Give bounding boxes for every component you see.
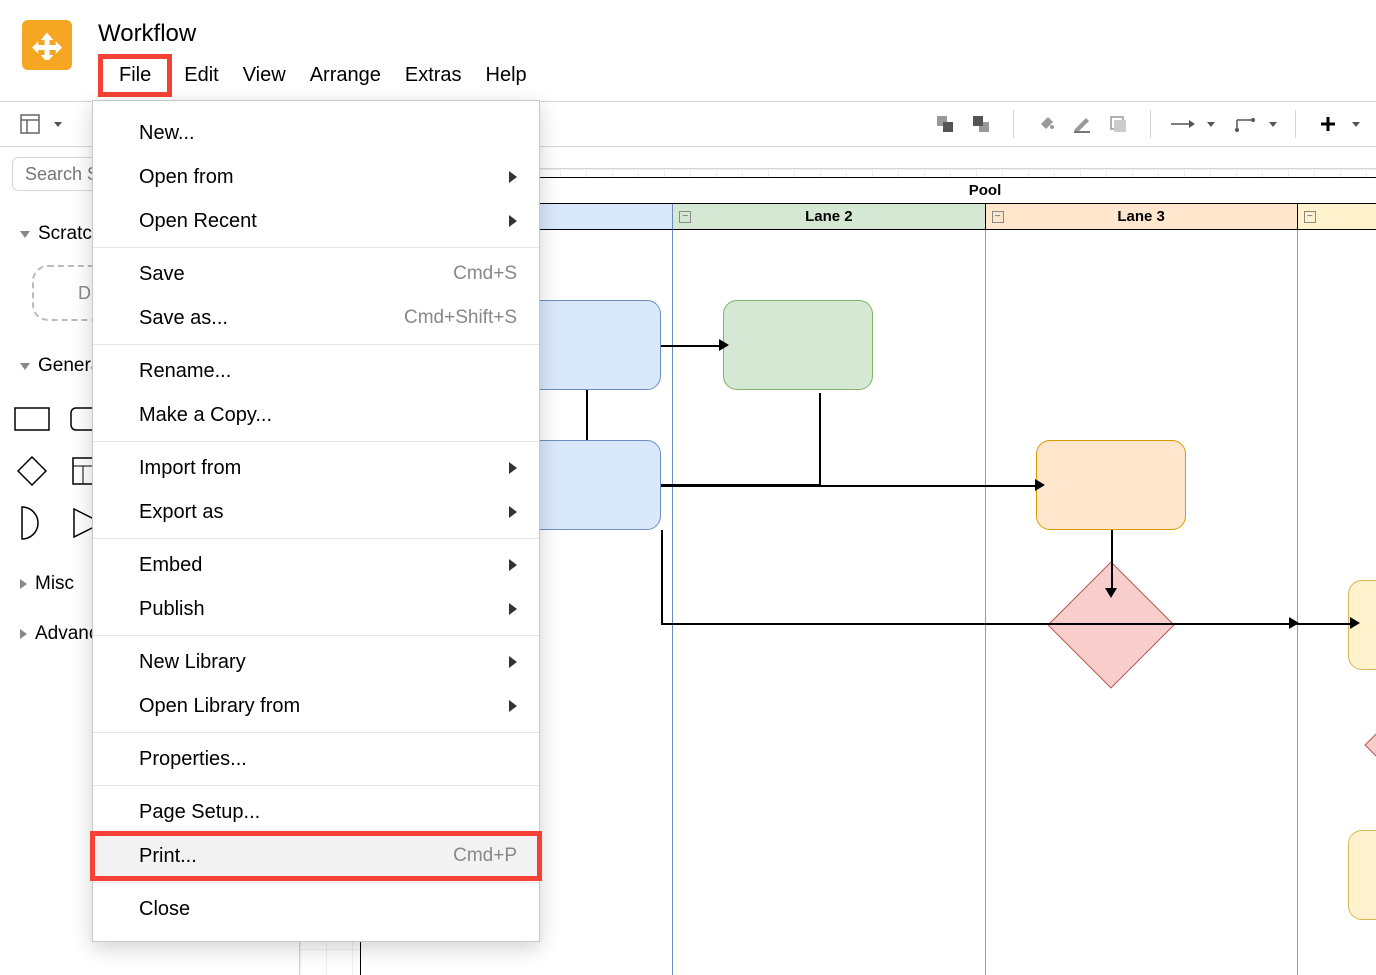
collapse-icon[interactable]: − — [992, 211, 1004, 223]
menu-item-make-a-copy[interactable]: Make a Copy... — [93, 393, 539, 437]
section-label: Misc — [35, 573, 74, 595]
menu-file[interactable]: File — [98, 54, 172, 97]
menu-shortcut: Cmd+P — [453, 845, 517, 867]
menu-item-close[interactable]: Close — [93, 887, 539, 931]
menu-item-label: Save as... — [139, 307, 228, 330]
menu-item-label: Import from — [139, 457, 241, 480]
menu-item-open-library-from[interactable]: Open Library from — [93, 684, 539, 728]
fill-icon[interactable] — [1032, 110, 1060, 138]
menu-separator — [93, 247, 539, 248]
flow-decision[interactable] — [1364, 681, 1376, 808]
menu-item-new-library[interactable]: New Library — [93, 640, 539, 684]
menu-item-label: Properties... — [139, 748, 247, 771]
shape-rect[interactable] — [12, 399, 52, 439]
stroke-icon[interactable] — [1068, 110, 1096, 138]
waypoint-icon[interactable] — [1231, 110, 1259, 138]
menu-item-label: Make a Copy... — [139, 404, 272, 427]
chevron-right-icon — [509, 215, 517, 227]
layout-icon[interactable] — [16, 110, 44, 138]
shadow-icon[interactable] — [1104, 110, 1132, 138]
menu-arrange[interactable]: Arrange — [298, 54, 393, 97]
menu-item-save-as[interactable]: Save as... Cmd+Shift+S — [93, 296, 539, 340]
shape-halfcircle[interactable] — [12, 503, 52, 543]
menu-item-label: Embed — [139, 554, 202, 577]
flowchart-icon — [32, 30, 62, 60]
to-back-icon[interactable] — [967, 110, 995, 138]
menu-help[interactable]: Help — [474, 54, 539, 97]
menu-item-rename[interactable]: Rename... — [93, 349, 539, 393]
menu-item-label: Save — [139, 263, 185, 286]
menu-separator — [93, 785, 539, 786]
lane-3[interactable] — [986, 230, 1298, 975]
menu-shortcut: Cmd+S — [453, 263, 517, 285]
menu-separator — [93, 344, 539, 345]
arrow-style-icon[interactable] — [1169, 110, 1197, 138]
shape-rhombus[interactable] — [12, 451, 52, 491]
menu-item-label: Publish — [139, 598, 205, 621]
menu-item-label: Open from — [139, 166, 233, 189]
chevron-right-icon — [509, 171, 517, 183]
lane-header-3[interactable]: −Lane 3 — [986, 204, 1298, 230]
menu-shortcut: Cmd+Shift+S — [404, 307, 517, 329]
menu-item-page-setup[interactable]: Page Setup... — [93, 790, 539, 834]
flow-node[interactable] — [1036, 440, 1186, 530]
chevron-right-icon — [509, 506, 517, 518]
arrow-caret-icon[interactable] — [1207, 122, 1215, 127]
lane-4[interactable] — [1298, 230, 1376, 975]
menu-item-export-as[interactable]: Export as — [93, 490, 539, 534]
menu-item-import-from[interactable]: Import from — [93, 446, 539, 490]
flow-node[interactable] — [1348, 830, 1376, 920]
menu-item-label: New... — [139, 122, 195, 145]
menu-item-label: Export as — [139, 501, 223, 524]
menu-item-publish[interactable]: Publish — [93, 587, 539, 631]
app-logo — [22, 20, 72, 70]
menu-separator — [93, 635, 539, 636]
menu-item-properties[interactable]: Properties... — [93, 737, 539, 781]
menu-item-new[interactable]: New... — [93, 111, 539, 155]
file-menu: New...Open fromOpen RecentSaveCmd+SSave … — [92, 100, 540, 942]
flow-node[interactable] — [723, 300, 873, 390]
chevron-right-icon — [509, 700, 517, 712]
menu-extras[interactable]: Extras — [393, 54, 474, 97]
menu-item-label: Print... — [139, 845, 197, 868]
chevron-right-icon — [509, 462, 517, 474]
menu-item-embed[interactable]: Embed — [93, 543, 539, 587]
menu-item-print[interactable]: Print... Cmd+P — [93, 834, 539, 878]
menu-item-label: Rename... — [139, 360, 231, 383]
menu-separator — [93, 538, 539, 539]
menubar: File Edit View Arrange Extras Help — [98, 54, 539, 97]
menu-separator — [93, 732, 539, 733]
menu-item-label: Page Setup... — [139, 801, 260, 824]
menu-item-label: Open Recent — [139, 210, 257, 233]
menu-separator — [93, 441, 539, 442]
chevron-right-icon — [509, 559, 517, 571]
menu-item-label: Close — [139, 898, 190, 921]
document-title[interactable]: Workflow — [98, 20, 539, 54]
menu-item-label: Open Library from — [139, 695, 300, 718]
collapse-icon[interactable]: − — [679, 211, 691, 223]
header: Workflow File Edit View Arrange Extras H… — [0, 0, 1376, 97]
menu-view[interactable]: View — [231, 54, 298, 97]
menu-item-open-recent[interactable]: Open Recent — [93, 199, 539, 243]
add-caret-icon[interactable] — [1352, 122, 1360, 127]
layout-caret-icon[interactable] — [54, 122, 62, 127]
waypoint-caret-icon[interactable] — [1269, 122, 1277, 127]
menu-edit[interactable]: Edit — [172, 54, 230, 97]
lane-header-2[interactable]: −Lane 2 — [673, 204, 985, 230]
to-front-icon[interactable] — [931, 110, 959, 138]
chevron-right-icon — [509, 656, 517, 668]
menu-separator — [93, 882, 539, 883]
chevron-right-icon — [509, 603, 517, 615]
lane-header-4[interactable]: −Lane 4 — [1298, 204, 1376, 230]
add-icon[interactable] — [1314, 110, 1342, 138]
menu-item-label: New Library — [139, 651, 246, 674]
menu-item-save[interactable]: Save Cmd+S — [93, 252, 539, 296]
menu-item-open-from[interactable]: Open from — [93, 155, 539, 199]
collapse-icon[interactable]: − — [1304, 211, 1316, 223]
